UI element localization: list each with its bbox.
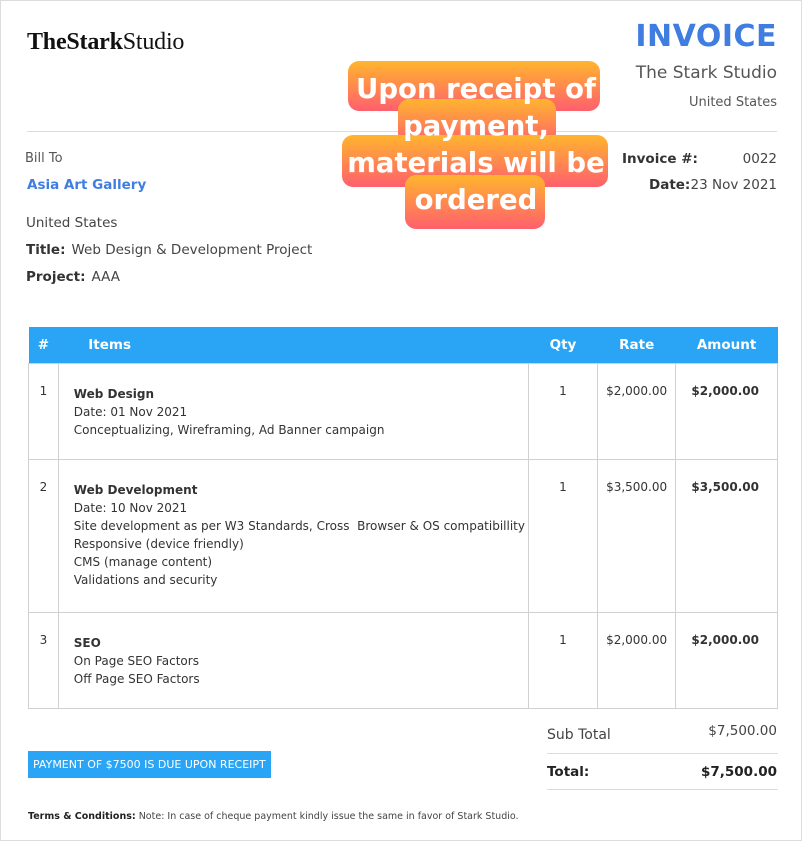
item-detail: Responsive (device friendly) bbox=[73, 536, 244, 551]
row-qty: 1 bbox=[527, 611, 599, 709]
invoice-heading: INVOICE bbox=[635, 19, 777, 54]
invoice-date: 23 Nov 2021 bbox=[690, 177, 777, 193]
row-num: 1 bbox=[28, 362, 59, 460]
subtotal-label: Sub Total bbox=[547, 727, 611, 743]
title-value: Web Design & Development Project bbox=[71, 242, 313, 258]
invoice-number-label: Invoice #: bbox=[622, 151, 698, 167]
sticker-text: Upon receipt of payment, materials will … bbox=[347, 73, 605, 216]
client-country: United States bbox=[26, 215, 118, 231]
subtotal-value: $7,500.00 bbox=[708, 723, 777, 739]
project-label: Project: bbox=[26, 269, 86, 285]
row-item: Web Development Date: 10 Nov 2021 Site d… bbox=[57, 458, 529, 613]
project-code: Project: AAA bbox=[26, 269, 120, 285]
item-detail: On Page SEO Factors bbox=[73, 653, 199, 668]
total-label: Total: bbox=[547, 764, 590, 780]
header-num: # bbox=[28, 327, 59, 363]
item-detail: Site development as per W3 Standards, Cr… bbox=[73, 518, 525, 533]
invoice-page: TheStarkStudio INVOICE The Stark Studio … bbox=[0, 0, 802, 841]
items-table: # Items Qty Rate Amount 1 Web Design Dat… bbox=[28, 327, 778, 709]
company-country: United States bbox=[688, 95, 777, 110]
item-detail: Date: 10 Nov 2021 bbox=[73, 500, 188, 515]
header-items: Items bbox=[58, 327, 529, 363]
row-qty: 1 bbox=[527, 362, 599, 460]
bill-to-label: Bill To bbox=[25, 151, 63, 166]
row-num: 2 bbox=[28, 458, 59, 613]
item-detail: CMS (manage content) bbox=[73, 554, 213, 569]
header-rate: Rate bbox=[597, 327, 676, 363]
item-detail: Date: 01 Nov 2021 bbox=[73, 404, 188, 419]
terms-text: Note: In case of cheque payment kindly i… bbox=[138, 811, 519, 822]
table-row: 2 Web Development Date: 10 Nov 2021 Site… bbox=[28, 458, 778, 613]
title-label: Title: bbox=[26, 242, 66, 258]
subtotal-divider bbox=[547, 753, 778, 754]
item-detail: Conceptualizing, Wireframing, Ad Banner … bbox=[73, 422, 385, 437]
row-amount: $2,000.00 bbox=[675, 362, 778, 460]
row-item: Web Design Date: 01 Nov 2021 Conceptuali… bbox=[57, 362, 529, 460]
company-logo: TheStarkStudio bbox=[27, 29, 185, 55]
row-qty: 1 bbox=[527, 458, 599, 613]
item-name: SEO bbox=[73, 635, 101, 650]
project-value: AAA bbox=[91, 269, 120, 285]
total-value: $7,500.00 bbox=[700, 764, 777, 780]
terms-label: Terms & Conditions: bbox=[28, 811, 136, 822]
client-name: Asia Art Gallery bbox=[27, 177, 147, 193]
item-detail: Off Page SEO Factors bbox=[73, 671, 200, 686]
item-name: Web Development bbox=[73, 482, 198, 497]
terms-and-conditions: Terms & Conditions: Note: In case of che… bbox=[28, 811, 519, 822]
row-item: SEO On Page SEO Factors Off Page SEO Fac… bbox=[57, 611, 529, 709]
table-row: 1 Web Design Date: 01 Nov 2021 Conceptua… bbox=[28, 362, 778, 460]
table-row: 3 SEO On Page SEO Factors Off Page SEO F… bbox=[28, 611, 778, 709]
row-rate: $2,000.00 bbox=[597, 362, 677, 460]
row-rate: $3,500.00 bbox=[597, 458, 677, 613]
item-detail: Validations and security bbox=[73, 572, 218, 587]
row-num: 3 bbox=[28, 611, 59, 709]
header-qty: Qty bbox=[528, 327, 598, 363]
table-header: # Items Qty Rate Amount bbox=[28, 327, 778, 363]
project-title: Title: Web Design & Development Project bbox=[26, 242, 312, 258]
header-amount: Amount bbox=[675, 327, 778, 363]
invoice-date-label: Date: bbox=[649, 177, 691, 193]
row-amount: $3,500.00 bbox=[675, 458, 778, 613]
payment-due-badge: PAYMENT OF $7500 IS DUE UPON RECEIPT bbox=[28, 751, 271, 778]
company-name: The Stark Studio bbox=[635, 63, 777, 83]
item-name: Web Design bbox=[73, 386, 154, 401]
row-amount: $2,000.00 bbox=[675, 611, 778, 709]
total-divider bbox=[547, 789, 778, 790]
row-rate: $2,000.00 bbox=[597, 611, 677, 709]
payment-note-sticker: Upon receipt of payment, materials will … bbox=[342, 61, 610, 229]
invoice-number: 0022 bbox=[742, 151, 777, 167]
